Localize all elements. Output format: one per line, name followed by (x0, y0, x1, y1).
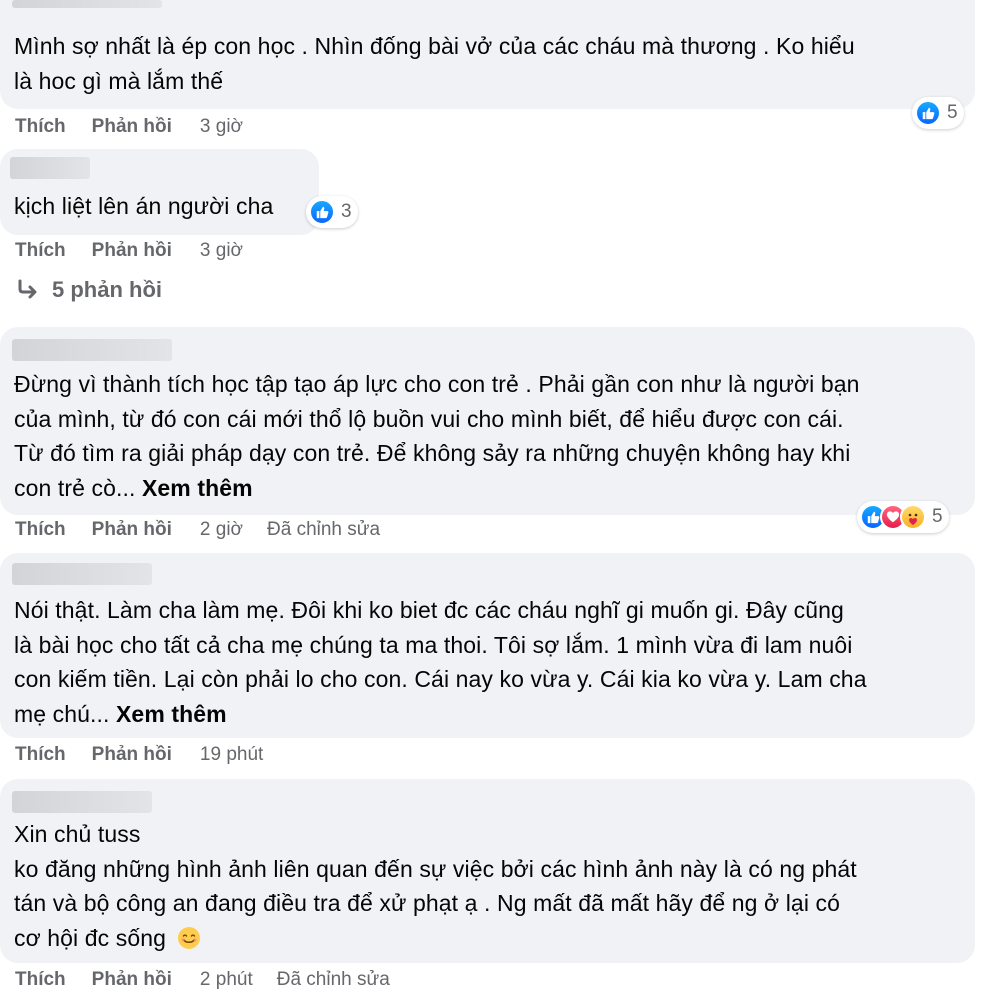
like-button[interactable]: Thích (15, 519, 66, 541)
comment-text: Nói thật. Làm cha làm mẹ. Đôi khi ko bie… (14, 597, 867, 727)
reaction-count: 3 (341, 201, 352, 222)
like-button[interactable]: Thích (15, 969, 66, 991)
smiling-emoji-icon (177, 926, 200, 949)
comment-timestamp[interactable]: 3 giờ (200, 240, 243, 262)
commenter-name-redacted[interactable] (12, 791, 152, 813)
like-button[interactable]: Thích (15, 240, 66, 262)
comment-text: Xin chủ tuss ko đăng những hình ảnh liên… (14, 821, 857, 951)
reaction-summary[interactable]: 5 (857, 501, 949, 533)
commenter-name-redacted[interactable] (12, 339, 172, 361)
comment-actions: Thích Phản hồi 2 giờ Đã chỉnh sửa (15, 519, 380, 541)
like-button[interactable]: Thích (15, 116, 66, 138)
care-reaction-icon (900, 504, 926, 530)
reaction-summary[interactable]: 5 (912, 97, 964, 129)
reply-button[interactable]: Phản hồi (92, 744, 172, 766)
reply-button[interactable]: Phản hồi (92, 116, 172, 138)
reaction-summary[interactable]: 3 (306, 196, 358, 228)
comment-bubble: kịch liệt lên án người cha (0, 149, 319, 235)
comment-text: kịch liệt lên án người cha (14, 193, 274, 219)
like-reaction-icon (915, 100, 941, 126)
comment-timestamp[interactable]: 3 giờ (200, 116, 243, 138)
comment-actions: Thích Phản hồi 3 giờ (15, 116, 243, 138)
edited-label[interactable]: Đã chỉnh sửa (267, 519, 380, 541)
see-more-link[interactable]: Xem thêm (116, 701, 227, 727)
edited-label[interactable]: Đã chỉnh sửa (277, 969, 390, 991)
replies-count-label[interactable]: 5 phản hồi (52, 277, 162, 303)
comment-bubble: Nói thật. Làm cha làm mẹ. Đôi khi ko bie… (0, 553, 975, 738)
comment-timestamp[interactable]: 19 phút (200, 744, 263, 766)
see-more-link[interactable]: Xem thêm (142, 475, 253, 501)
comment-timestamp[interactable]: 2 phút (200, 969, 253, 991)
reaction-count: 5 (947, 102, 958, 123)
reply-arrow-icon (18, 279, 37, 299)
reaction-count: 5 (932, 506, 943, 527)
comment-bubble: Mình sợ nhất là ép con học . Nhìn đống b… (0, 0, 975, 109)
comment-text: Đừng vì thành tích học tập tạo áp lực ch… (14, 371, 860, 501)
comment-text: Mình sợ nhất là ép con học . Nhìn đống b… (14, 33, 855, 94)
reply-button[interactable]: Phản hồi (92, 969, 172, 991)
comment-actions: Thích Phản hồi 2 phút Đã chỉnh sửa (15, 969, 390, 991)
view-replies-link[interactable]: 5 phản hồi (16, 277, 162, 303)
comment-bubble: Xin chủ tuss ko đăng những hình ảnh liên… (0, 779, 975, 963)
like-button[interactable]: Thích (15, 744, 66, 766)
commenter-name-redacted[interactable] (12, 0, 162, 8)
commenter-name-redacted[interactable] (10, 157, 90, 179)
comment-bubble: Đừng vì thành tích học tập tạo áp lực ch… (0, 327, 975, 515)
commenter-name-redacted[interactable] (12, 563, 152, 585)
reply-button[interactable]: Phản hồi (92, 240, 172, 262)
like-reaction-icon (309, 199, 335, 225)
comment-actions: Thích Phản hồi 19 phút (15, 744, 263, 766)
reply-button[interactable]: Phản hồi (92, 519, 172, 541)
comment-timestamp[interactable]: 2 giờ (200, 519, 243, 541)
comment-actions: Thích Phản hồi 3 giờ (15, 240, 243, 262)
